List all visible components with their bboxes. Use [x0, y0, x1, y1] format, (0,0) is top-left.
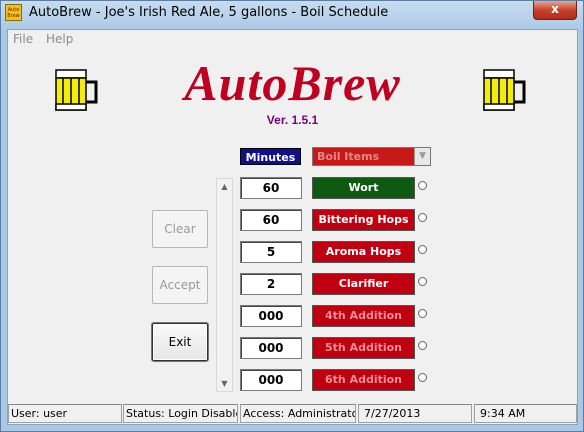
boil-item-7[interactable]: 6th Addition [312, 369, 415, 391]
radio-1[interactable] [418, 181, 427, 190]
app-icon[interactable]: Auto Brew [5, 4, 22, 21]
status-date: 7/27/2013 [358, 404, 472, 423]
status-access: Access: Administrator [240, 404, 356, 423]
exit-button[interactable]: Exit [152, 323, 208, 361]
minutes-field-5[interactable]: 000 [240, 305, 302, 327]
boil-item-5[interactable]: 4th Addition [312, 305, 415, 327]
minutes-field-4[interactable]: 2 [240, 273, 302, 295]
clear-button[interactable]: Clear [152, 210, 208, 248]
boil-item-1[interactable]: Wort [312, 177, 415, 199]
accept-button[interactable]: Accept [152, 266, 208, 304]
radio-6[interactable] [418, 341, 427, 350]
boil-item-2[interactable]: Bittering Hops [312, 209, 415, 231]
minutes-field-3[interactable]: 5 [240, 241, 302, 263]
client-area: File Help AutoBrew Ver. 1.5.1 Minutes Bo… [7, 29, 578, 425]
scroll-down-arrow-icon[interactable]: ▼ [217, 376, 232, 391]
close-button[interactable]: x [533, 1, 577, 20]
minutes-field-6[interactable]: 000 [240, 337, 302, 359]
menu-bar: File Help [8, 30, 577, 48]
status-login: Status: Login Disabled [123, 404, 238, 423]
vertical-scrollbar[interactable]: ▲ ▼ [216, 178, 233, 392]
version-label: Ver. 1.5.1 [266, 113, 319, 127]
minutes-field-7[interactable]: 000 [240, 369, 302, 391]
radio-4[interactable] [418, 277, 427, 286]
boil-item-4[interactable]: Clarifier [312, 273, 415, 295]
title-bar: Auto Brew AutoBrew - Joe's Irish Red Ale… [1, 1, 583, 29]
status-user: User: user [8, 404, 122, 423]
radio-3[interactable] [418, 245, 427, 254]
dropdown-value: Boil Items [317, 150, 380, 163]
minutes-field-1[interactable]: 60 [240, 177, 302, 199]
radio-7[interactable] [418, 373, 427, 382]
radio-2[interactable] [418, 213, 427, 222]
boil-items-dropdown[interactable]: Boil Items ▼ [312, 147, 431, 166]
menu-help[interactable]: Help [46, 32, 73, 46]
status-time: 9:34 AM [474, 404, 577, 423]
scroll-up-arrow-icon[interactable]: ▲ [217, 179, 232, 194]
minutes-column-label: Minutes [240, 148, 301, 165]
chevron-down-icon[interactable]: ▼ [414, 148, 430, 165]
status-bar: User: user Status: Login Disabled Access… [8, 403, 577, 424]
menu-file[interactable]: File [13, 32, 33, 46]
window-title: AutoBrew - Joe's Irish Red Ale, 5 gallon… [29, 5, 389, 20]
app-window: Auto Brew AutoBrew - Joe's Irish Red Ale… [0, 0, 584, 432]
minutes-field-2[interactable]: 60 [240, 209, 302, 231]
radio-5[interactable] [418, 309, 427, 318]
boil-item-3[interactable]: Aroma Hops [312, 241, 415, 263]
app-logo: AutoBrew [184, 55, 401, 111]
boil-item-6[interactable]: 5th Addition [312, 337, 415, 359]
